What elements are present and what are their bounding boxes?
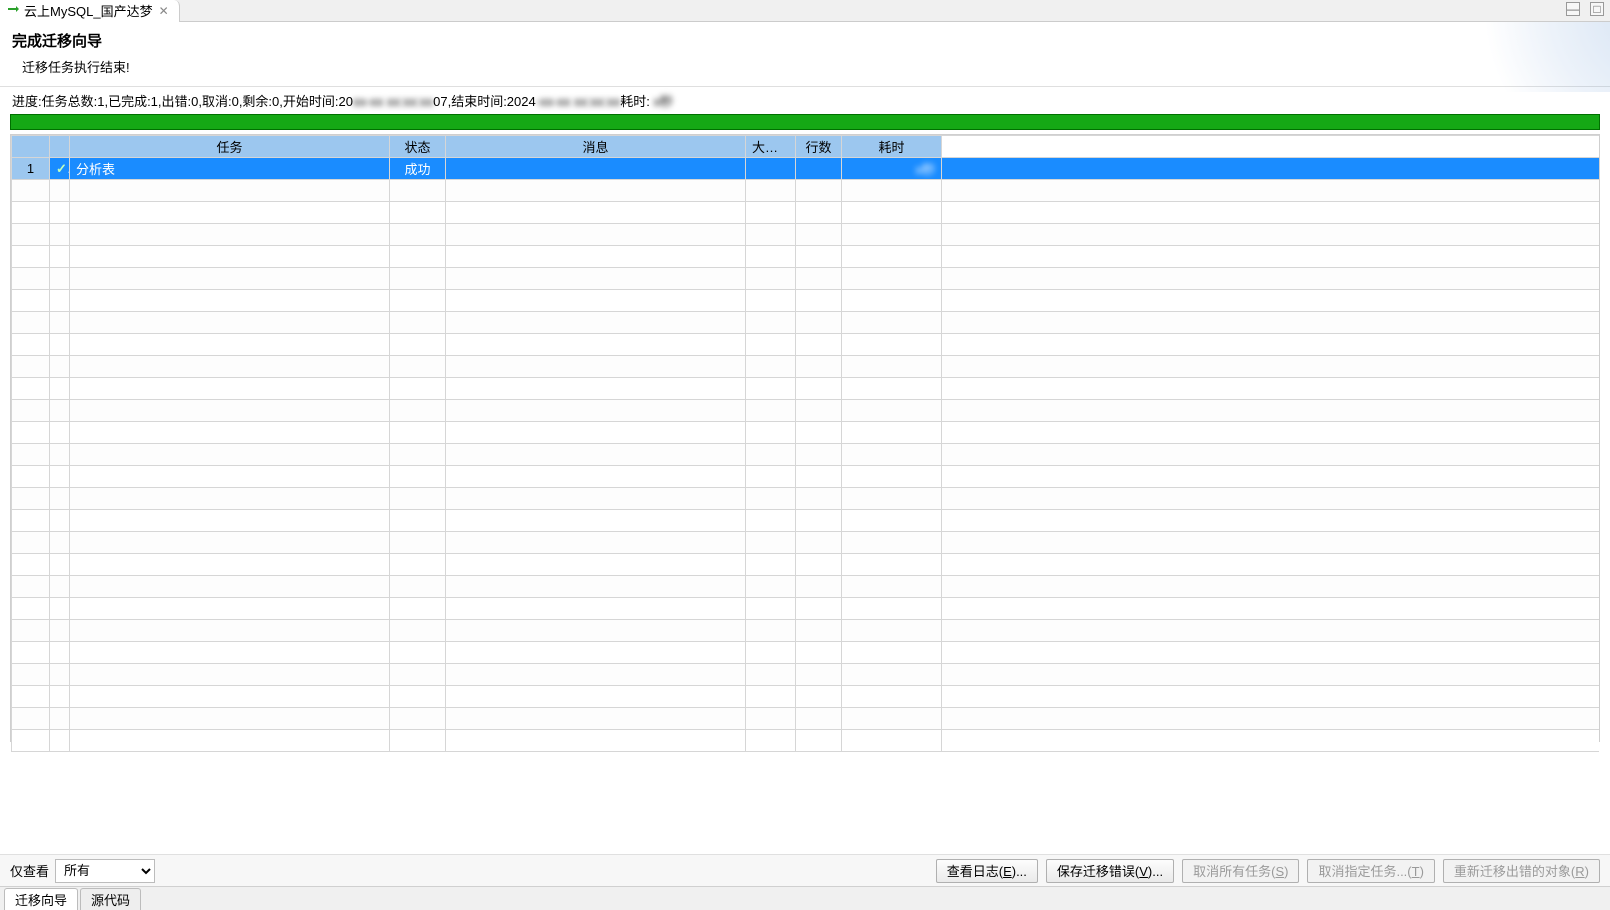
table-row-empty — [12, 378, 1600, 400]
table-row-empty — [12, 620, 1600, 642]
col-msg[interactable]: 消息 — [446, 136, 746, 158]
document-tab[interactable]: 云上MySQL_国产达梦 ✕ — [0, 0, 180, 22]
cell-time: x秒 — [842, 158, 942, 180]
filter-select[interactable]: 所有 — [55, 859, 155, 883]
cell-status: 成功 — [390, 158, 446, 180]
tab-migration-wizard[interactable]: 迁移向导 — [4, 888, 78, 910]
table-row-empty — [12, 180, 1600, 202]
table-row-empty — [12, 466, 1600, 488]
cell-rowcount — [796, 158, 842, 180]
table-row-empty — [12, 708, 1600, 730]
page-subtitle: 迁移任务执行结束! — [12, 57, 1598, 76]
table-row-empty — [12, 686, 1600, 708]
table-row-empty — [12, 246, 1600, 268]
table-row-empty — [12, 730, 1600, 752]
table-row-empty — [12, 554, 1600, 576]
minimize-button[interactable]: — — [1566, 2, 1580, 16]
col-status[interactable]: 状态 — [390, 136, 446, 158]
table-row-empty — [12, 598, 1600, 620]
tab-source-code[interactable]: 源代码 — [80, 888, 141, 910]
wizard-header: 完成迁移向导 迁移任务执行结束! — [0, 22, 1610, 87]
cancel-all-button[interactable]: 取消所有任务(S) — [1182, 859, 1299, 883]
footer-toolbar: 仅查看 所有 查看日志(E)... 保存迁移错误(V)... 取消所有任务(S)… — [0, 854, 1610, 886]
table-header: 任务 状态 消息 大字段 行数 耗时 — [12, 136, 1600, 158]
window-controls: — □ — [1566, 2, 1604, 16]
only-view-label: 仅查看 — [10, 861, 49, 880]
table-row-empty — [12, 268, 1600, 290]
table-row-empty — [12, 224, 1600, 246]
maximize-button[interactable]: □ — [1590, 2, 1604, 16]
col-blank — [942, 136, 1600, 158]
table-row-empty — [12, 444, 1600, 466]
col-bigfield[interactable]: 大字段 — [746, 136, 796, 158]
table-row-empty — [12, 532, 1600, 554]
cell-msg — [446, 158, 746, 180]
table-row-empty — [12, 400, 1600, 422]
col-task[interactable]: 任务 — [70, 136, 390, 158]
cancel-selected-button[interactable]: 取消指定任务...(T) — [1307, 859, 1434, 883]
app-icon — [6, 4, 20, 18]
table-row-empty — [12, 510, 1600, 532]
task-table: 任务 状态 消息 大字段 行数 耗时 1 ✓分析表成功 x秒 — [10, 134, 1600, 742]
table-row-empty — [12, 202, 1600, 224]
table-row-empty — [12, 312, 1600, 334]
table-row-empty — [12, 642, 1600, 664]
document-tab-title: 云上MySQL_国产达梦 — [24, 1, 153, 20]
cell-task: 分析表 — [70, 158, 390, 180]
table-row-empty — [12, 422, 1600, 444]
table-row-empty — [12, 664, 1600, 686]
close-tab-icon[interactable]: ✕ — [157, 4, 171, 18]
col-mark[interactable] — [50, 136, 70, 158]
table-row[interactable]: 1 ✓分析表成功 x秒 — [12, 158, 1600, 180]
retry-errors-button[interactable]: 重新迁移出错的对象(R) — [1443, 859, 1600, 883]
save-errors-button[interactable]: 保存迁移错误(V)... — [1046, 859, 1174, 883]
cell-bigfield — [746, 158, 796, 180]
progress-text: 进度:任务总数:1,已完成:1,出错:0,取消:0,剩余:0,开始时间:20xx… — [0, 87, 1610, 114]
table-row-empty — [12, 576, 1600, 598]
col-rownum[interactable] — [12, 136, 50, 158]
table-row-empty — [12, 356, 1600, 378]
page-title: 完成迁移向导 — [12, 30, 1598, 51]
bottom-tab-bar: 迁移向导 源代码 — [0, 886, 1610, 910]
col-rows[interactable]: 行数 — [796, 136, 842, 158]
cell-blank — [942, 158, 1600, 180]
col-time[interactable]: 耗时 — [842, 136, 942, 158]
row-mark: ✓ — [50, 158, 70, 180]
progress-bar — [10, 114, 1600, 130]
table-row-empty — [12, 290, 1600, 312]
table-row-empty — [12, 488, 1600, 510]
progress-bar-fill — [11, 115, 1599, 129]
table-row-empty — [12, 334, 1600, 356]
view-log-button[interactable]: 查看日志(E)... — [936, 859, 1038, 883]
row-number: 1 — [12, 158, 50, 180]
document-tab-bar: 云上MySQL_国产达梦 ✕ — □ — [0, 0, 1610, 22]
check-icon: ✓ — [56, 161, 70, 176]
